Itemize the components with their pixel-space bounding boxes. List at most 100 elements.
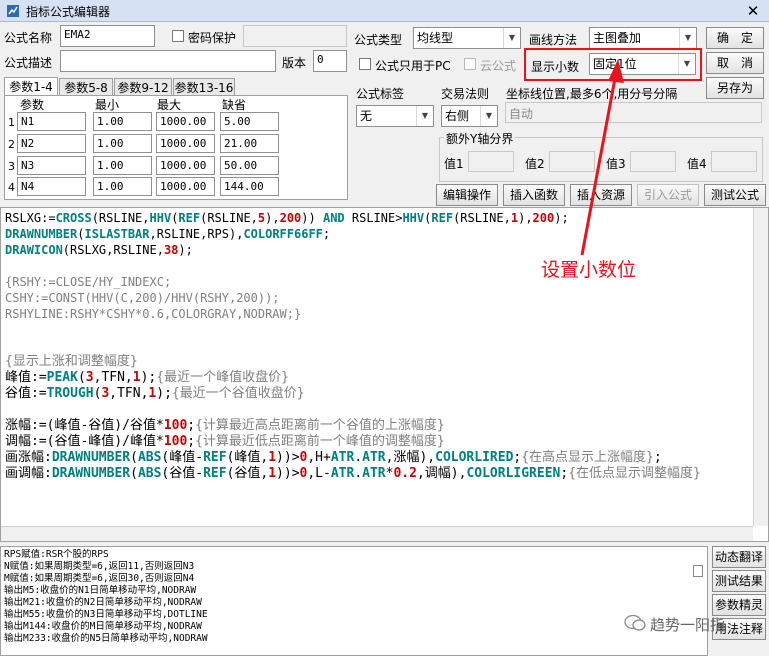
password-input[interactable] [243, 25, 347, 47]
param-wizard-button[interactable]: 参数精灵 [712, 594, 766, 616]
password-label: 密码保护 [188, 31, 237, 45]
param-max-input[interactable]: 1000.00 [156, 177, 215, 196]
formula-tag-select[interactable]: 无 ▼ [356, 105, 434, 127]
cancel-button[interactable]: 取 消 [706, 52, 764, 74]
param-name-input[interactable]: N2 [17, 134, 86, 153]
description-scroll-thumb[interactable] [693, 565, 703, 577]
yaxis-value-input[interactable] [468, 151, 514, 172]
tab-params-1-4[interactable]: 参数1-4 [4, 77, 58, 96]
formula-desc-input[interactable] [60, 50, 276, 72]
description-line: 输出M55:收盘价的N3日简单移动平均,DOTLINE [4, 609, 208, 620]
param-name-input[interactable]: N1 [17, 112, 86, 131]
test-result-button[interactable]: 测试结果 [712, 570, 766, 592]
code-line: 画调幅:DRAWNUMBER(ABS(谷值-REF(谷值,1))>0,L-ATR… [5, 466, 701, 481]
formula-type-value: 均线型 [417, 31, 454, 45]
description-line: 输出M233:收盘价的N5日简单移动平均,NODRAW [4, 633, 208, 644]
yaxis-value-label: 值1 [444, 157, 464, 171]
edit-ops-button[interactable]: 编辑操作 [436, 184, 498, 206]
param-default-input[interactable]: 50.00 [220, 156, 279, 175]
description-line: 输出M144:收盘价的M日简单移动平均,NODRAW [4, 621, 202, 632]
window-title: 指标公式编辑器 [26, 5, 111, 19]
version-input[interactable]: 0 [313, 50, 347, 72]
param-max-input[interactable]: 1000.00 [156, 112, 215, 131]
import-formula-button[interactable]: 引入公式 [637, 184, 699, 206]
formula-type-select[interactable]: 均线型 ▼ [413, 27, 521, 49]
dynamic-translate-button[interactable]: 动态翻译 [712, 546, 766, 568]
param-default-input[interactable]: 144.00 [220, 177, 279, 196]
description-line: 输出M21:收盘价的N2日简单移动平均,NODRAW [4, 597, 202, 608]
tab-params-13-16[interactable]: 参数13-16 [173, 78, 235, 96]
app-icon [7, 5, 19, 17]
formula-name-label: 公式名称 [4, 31, 53, 45]
description-line: N赋值:如果周期类型=6,返回11,否则返回N3 [4, 561, 195, 572]
trade-rule-select[interactable]: 右侧 ▼ [441, 105, 498, 127]
code-comment-line: CSHY:=CONST(HHV(C,200)/HHV(RSHY,200)); [5, 291, 280, 305]
trade-rule-label: 交易法则 [441, 87, 490, 101]
code-line: 峰值:=PEAK(3,TFN,1);{最近一个峰值收盘价} [5, 370, 289, 385]
param-max-input[interactable]: 1000.00 [156, 156, 215, 175]
code-line: 调幅:=(谷值-峰值)/峰值*100;{计算最近低点距离前一个峰值的调整幅度} [5, 434, 445, 449]
yaxis-value-label: 值2 [525, 157, 545, 171]
param-min-input[interactable]: 1.00 [93, 134, 152, 153]
cloud-checkbox[interactable] [464, 58, 476, 70]
watermark-text: 趋势一阳指 [650, 616, 726, 634]
password-checkbox[interactable] [172, 30, 184, 42]
formula-name-input[interactable]: EMA2 [60, 25, 155, 47]
param-default-input[interactable]: 21.00 [220, 134, 279, 153]
param-min-input[interactable]: 1.00 [93, 156, 152, 175]
close-icon[interactable]: ✕ [739, 1, 767, 21]
yaxis-value-label: 值4 [687, 157, 707, 171]
annotation-arrow [580, 59, 624, 256]
yaxis-value-input[interactable] [711, 151, 757, 172]
formula-type-label: 公式类型 [354, 33, 403, 47]
draw-method-select[interactable]: 主图叠加 ▼ [589, 27, 697, 49]
code-line: DRAWICON(RSLXG,RSLINE,38); [5, 243, 193, 257]
code-line: RSLXG:=CROSS(RSLINE,HHV(REF(RSLINE,5),20… [5, 211, 569, 225]
param-row-index: 3 [8, 160, 15, 173]
formula-tag-value: 无 [360, 109, 373, 123]
draw-method-label: 画线方法 [529, 33, 578, 47]
yaxis-group-title: 额外Y轴分界 [444, 130, 516, 147]
code-comment-line: RSHYLINE:RSHY*CSHY*0.6,COLORGRAY,NODRAW;… [5, 307, 302, 321]
code-comment-line: {显示上涨和调整幅度} [5, 354, 138, 369]
param-default-input[interactable]: 5.00 [220, 112, 279, 131]
code-line: DRAWNUMBER(ISLASTBAR,RSLINE,RPS),COLORFF… [5, 227, 331, 241]
formula-description-panel: RPS赋值:RSR个股的RPS N赋值:如果周期类型=6,返回11,否则返回N3… [0, 546, 708, 656]
formula-desc-label: 公式描述 [4, 56, 53, 70]
ok-button[interactable]: 确 定 [706, 27, 764, 49]
code-line: 画涨幅:DRAWNUMBER(ABS(峰值-REF(峰值,1))>0,H+ATR… [5, 450, 662, 465]
trade-rule-value: 右侧 [445, 109, 470, 123]
params-header-name: 参数 [20, 98, 45, 112]
cloud-label: 云公式 [480, 59, 517, 73]
chevron-down-icon: ▼ [416, 106, 433, 126]
code-line: 涨幅:=(峰值-谷值)/谷值*100;{计算最近高点距离前一个谷值的上涨幅度} [5, 418, 445, 433]
code-line: 谷值:=TROUGH(3,TFN,1);{最近一个谷值收盘价} [5, 386, 305, 401]
params-header-default: 缺省 [222, 98, 247, 112]
version-label: 版本 [282, 56, 307, 70]
pc-only-label: 公式只用于PC [375, 59, 451, 73]
save-as-button[interactable]: 另存为 [706, 77, 764, 99]
chevron-down-icon: ▼ [503, 28, 520, 48]
code-scrollbar-v[interactable] [753, 208, 768, 526]
code-comment-line: {RSHY:=CLOSE/HY_INDEXC; [5, 275, 172, 289]
code-editor[interactable]: RSLXG:=CROSS(RSLINE,HHV(REF(RSLINE,5),20… [0, 207, 769, 542]
tab-params-5-8[interactable]: 参数5-8 [59, 78, 113, 96]
tab-params-9-12[interactable]: 参数9-12 [114, 78, 172, 96]
formula-tag-label: 公式标签 [356, 87, 405, 101]
param-name-input[interactable]: N4 [17, 177, 86, 196]
description-line: RPS赋值:RSR个股的RPS [4, 549, 109, 560]
param-min-input[interactable]: 1.00 [93, 177, 152, 196]
insert-function-button[interactable]: 插入函数 [503, 184, 565, 206]
draw-method-value: 主图叠加 [593, 31, 642, 45]
params-header-min: 最小 [95, 98, 120, 112]
wechat-icon [624, 614, 646, 632]
pc-only-checkbox[interactable] [359, 58, 371, 70]
test-formula-button[interactable]: 测试公式 [704, 184, 766, 206]
annotation-text: 设置小数位 [541, 259, 637, 281]
code-scrollbar-h[interactable] [1, 526, 753, 541]
param-name-input[interactable]: N3 [17, 156, 86, 175]
param-min-input[interactable]: 1.00 [93, 112, 152, 131]
title-bar: 指标公式编辑器 ✕ [0, 0, 769, 22]
param-max-input[interactable]: 1000.00 [156, 134, 215, 153]
description-line: M赋值:如果周期类型=6,返回30,否则返回N4 [4, 573, 195, 584]
